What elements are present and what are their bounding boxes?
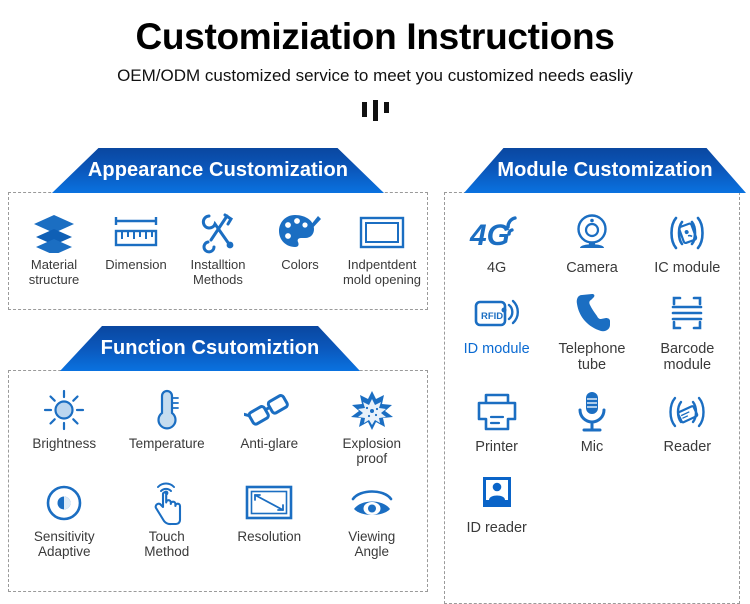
panels-container: Appearance Customization Material struct… — [0, 148, 750, 604]
item-label: Reader — [663, 438, 712, 455]
item-ic-module[interactable]: IC module — [640, 205, 735, 276]
item-label: Touch Method — [144, 529, 190, 560]
microphone-icon — [572, 388, 612, 436]
item-material-structure[interactable]: Material structure — [13, 205, 95, 287]
page-title: Customiziation Instructions — [135, 16, 615, 57]
item-label: Sensitivity Adaptive — [33, 529, 95, 560]
deco-bar-1 — [361, 101, 367, 117]
panel-appearance-body: Material structure Dimension Installtion… — [8, 192, 428, 310]
item-label: Resolution — [237, 529, 302, 545]
appearance-item-grid: Material structure Dimension Installtion… — [13, 205, 423, 287]
panel-appearance-banner: Appearance Customization — [52, 148, 384, 193]
left-column: Appearance Customization Material struct… — [0, 148, 436, 592]
item-sensitivity-adaptive[interactable]: Sensitivity Adaptive — [13, 476, 116, 559]
sunglasses-icon — [244, 387, 294, 433]
printer-icon — [473, 388, 521, 436]
item-touch-method[interactable]: Touch Method — [116, 476, 219, 559]
item-brightness[interactable]: Brightness — [13, 383, 116, 466]
id-person-card-icon — [476, 469, 518, 517]
right-column: Module Customization 4G 4G Camera IC mod… — [436, 148, 750, 604]
item-installation-methods[interactable]: Installtion Methods — [177, 205, 259, 287]
item-label: Indpentdent mold opening — [342, 257, 422, 287]
frame-icon — [357, 209, 407, 255]
panel-module-title: Module Customization — [497, 159, 713, 181]
barcode-scanner-icon — [664, 290, 710, 338]
item-label: Barcode module — [660, 341, 715, 374]
item-barcode-module[interactable]: Barcode module — [640, 286, 735, 373]
sensitivity-icon — [42, 480, 86, 526]
panel-module-customization: Module Customization 4G 4G Camera IC mod… — [436, 148, 750, 604]
rfid-card-icon: RFID — [471, 290, 523, 338]
item-label: Dimension — [105, 257, 167, 272]
panel-function-customization: Function Csutomiztion Brightness Tempera… — [0, 326, 436, 592]
decorative-bars — [0, 97, 750, 121]
item-label: Mic — [580, 438, 604, 455]
item-reader[interactable]: Reader — [640, 384, 735, 455]
deco-bar-3 — [383, 101, 389, 113]
sun-icon — [41, 387, 87, 433]
palette-icon — [276, 209, 324, 255]
item-independent-mold-opening[interactable]: Indpentdent mold opening — [341, 205, 423, 287]
panel-module-banner: Module Customization — [464, 148, 746, 193]
svg-text:RFID: RFID — [481, 311, 503, 322]
function-item-grid: Brightness Temperature Anti-glare Explos… — [13, 383, 423, 569]
panel-function-body: Brightness Temperature Anti-glare Explos… — [8, 370, 428, 592]
item-id-reader[interactable]: ID reader — [449, 465, 544, 536]
item-camera[interactable]: Camera — [544, 205, 639, 276]
item-anti-glare[interactable]: Anti-glare — [218, 383, 321, 466]
item-label: IC module — [654, 260, 721, 276]
item-telephone-tube[interactable]: Telephone tube — [544, 286, 639, 373]
item-label: Temperature — [128, 436, 205, 451]
item-label: Explosion proof — [342, 436, 402, 467]
svg-text:4G: 4G — [469, 219, 510, 252]
item-mic[interactable]: Mic — [544, 384, 639, 455]
item-temperature[interactable]: Temperature — [116, 383, 219, 466]
item-viewing-angle[interactable]: Viewing Angle — [321, 476, 424, 559]
4g-signal-icon: 4G — [468, 209, 526, 257]
item-explosion-proof[interactable]: Explosion proof — [321, 383, 424, 466]
layers-icon — [31, 209, 77, 255]
panel-function-title: Function Csutomiztion — [100, 337, 320, 359]
item-colors[interactable]: Colors — [259, 205, 341, 287]
item-label: Installtion Methods — [190, 257, 246, 287]
panel-module-body: 4G 4G Camera IC module RFID ID module Te… — [444, 192, 740, 604]
item-label: Printer — [475, 438, 519, 455]
item-label: Viewing Angle — [348, 529, 396, 560]
page-header: Customiziation Instructions OEM/ODM cust… — [0, 0, 750, 121]
item-printer[interactable]: Printer — [449, 384, 544, 455]
resolution-icon — [243, 480, 295, 526]
deco-bar-2 — [372, 99, 378, 121]
item-label: Telephone tube — [558, 341, 626, 374]
ruler-icon — [111, 209, 161, 255]
item-resolution[interactable]: Resolution — [218, 476, 321, 559]
item-label: Camera — [566, 260, 618, 276]
thermometer-icon — [147, 387, 187, 433]
webcam-icon — [570, 209, 614, 257]
item-label: Colors — [281, 257, 319, 272]
card-reader-wave-icon — [658, 388, 716, 436]
page-subtitle: OEM/ODM customized service to meet you c… — [117, 65, 633, 85]
explosion-icon — [348, 387, 396, 433]
item-dimension[interactable]: Dimension — [95, 205, 177, 287]
phone-handset-icon — [570, 290, 614, 338]
item-label: Brightness — [32, 436, 97, 451]
module-item-grid: 4G 4G Camera IC module RFID ID module Te… — [449, 205, 735, 546]
item-label: ID reader — [466, 519, 527, 536]
touch-hand-icon — [145, 480, 189, 526]
item-label: ID module — [463, 341, 530, 358]
panel-function-banner: Function Csutomiztion — [60, 326, 360, 371]
ic-card-wave-icon — [658, 209, 716, 257]
item-4g[interactable]: 4G 4G — [449, 205, 544, 276]
panel-appearance-title: Appearance Customization — [87, 159, 349, 181]
item-label: Anti-glare — [240, 436, 299, 451]
panel-appearance-customization: Appearance Customization Material struct… — [0, 148, 436, 310]
item-label: Material structure — [28, 257, 80, 287]
tools-icon — [195, 209, 241, 255]
item-id-module[interactable]: RFID ID module — [449, 286, 544, 373]
eye-icon — [347, 480, 397, 526]
item-label: 4G — [486, 260, 507, 276]
